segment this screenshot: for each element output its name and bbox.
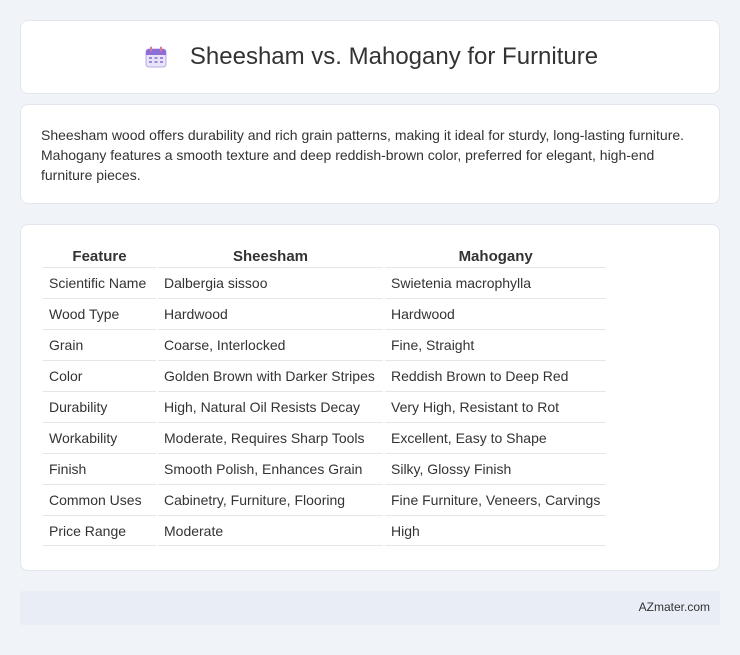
cell-mahogany: Fine, Straight — [385, 329, 607, 360]
cell-feature: Durability — [43, 391, 156, 422]
footer: AZmater.com — [20, 591, 720, 625]
table-row: Scientific Name Dalbergia sissoo Swietenia… — [43, 267, 607, 298]
cell-feature: Workability — [43, 422, 156, 453]
cell-sheesham: Moderate — [158, 515, 383, 546]
intro-card: Sheesham wood offers durability and rich… — [20, 104, 720, 204]
table-row: Workability Moderate, Requires Sharp Tool… — [43, 422, 607, 453]
cell-sheesham: Coarse, Interlocked — [158, 329, 383, 360]
cell-feature: Finish — [43, 453, 156, 484]
cell-mahogany: Silky, Glossy Finish — [385, 453, 607, 484]
comparison-card: Feature Sheesham Mahogany Scientific Nam… — [20, 224, 720, 571]
cell-sheesham: Moderate, Requires Sharp Tools — [158, 422, 383, 453]
cell-mahogany: High — [385, 515, 607, 546]
header-mahogany: Mahogany — [458, 247, 533, 265]
table-row: Color Golden Brown with Darker Stripes Red… — [43, 360, 607, 391]
cell-feature: Price Range — [43, 515, 156, 546]
header-feature: Feature — [72, 247, 127, 265]
title-card: Sheesham vs. Mahogany for Furniture — [20, 20, 720, 94]
table-header-row: Feature Sheesham Mahogany — [43, 245, 606, 267]
table-row: Finish Smooth Polish, Enhances Grain Silky… — [43, 453, 607, 484]
cell-feature: Common Uses — [43, 484, 156, 515]
table-row: Grain Coarse, Interlocked Fine, Straight — [43, 329, 607, 360]
cell-sheesham: Smooth Polish, Enhances Grain — [158, 453, 383, 484]
cell-mahogany: Very High, Resistant to Rot — [385, 391, 607, 422]
cell-sheesham: Hardwood — [158, 298, 383, 329]
comparison-table: Feature Sheesham Mahogany Scientific Nam… — [41, 245, 608, 546]
cell-sheesham: Cabinetry, Furniture, Flooring — [158, 484, 383, 515]
cell-mahogany: Fine Furniture, Veneers, Carvings — [385, 484, 607, 515]
header-sheesham: Sheesham — [232, 247, 309, 265]
cell-mahogany: Excellent, Easy to Shape — [385, 422, 607, 453]
cell-feature: Color — [43, 360, 156, 391]
table-row: Price Range Moderate High — [43, 515, 607, 546]
cell-mahogany: Reddish Brown to Deep Red — [385, 360, 607, 391]
cell-feature: Scientific Name — [43, 267, 156, 298]
page-title: Sheesham vs. Mahogany for Furniture — [189, 43, 599, 70]
footer-text: AZmater.com — [638, 600, 710, 614]
cell-feature: Wood Type — [43, 298, 156, 329]
cell-sheesham: High, Natural Oil Resists Decay — [158, 391, 383, 422]
intro-text: Sheesham wood offers durability and rich… — [41, 127, 685, 183]
cell-sheesham: Golden Brown with Darker Stripes — [158, 360, 383, 391]
calendar-icon — [142, 43, 170, 71]
table-row: Durability High, Natural Oil Resists Deca… — [43, 391, 607, 422]
table-row: Common Uses Cabinetry, Furniture, Floorin… — [43, 484, 607, 515]
cell-feature: Grain — [43, 329, 156, 360]
cell-mahogany: Hardwood — [385, 298, 607, 329]
cell-sheesham: Dalbergia sissoo — [158, 267, 383, 298]
table-row: Wood Type Hardwood Hardwood — [43, 298, 607, 329]
cell-mahogany: Swietenia macrophylla — [385, 267, 607, 298]
